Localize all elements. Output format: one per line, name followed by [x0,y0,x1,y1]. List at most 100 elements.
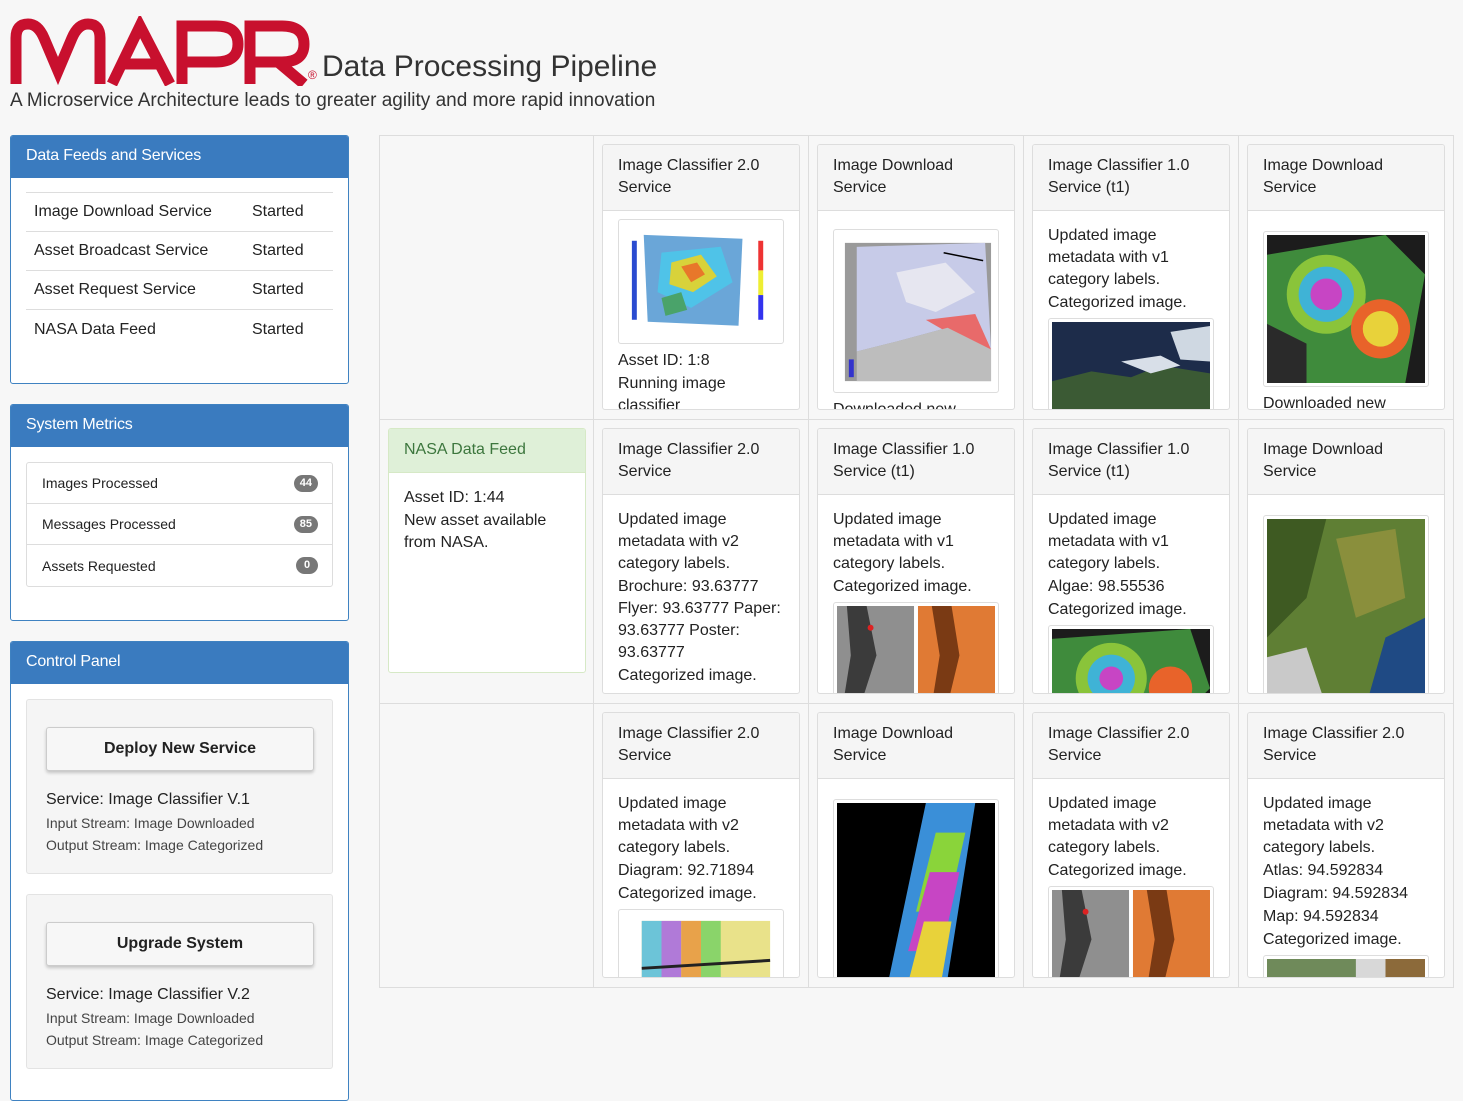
event-card[interactable]: Image Classifier 1.0 Service (t1) Update… [817,428,1015,694]
event-card[interactable]: Image Download Service [817,712,1015,978]
card-title: Image Classifier 1.0 Service (t1) [818,429,1014,495]
upgrade-system-button[interactable]: Upgrade System [46,922,314,966]
event-card[interactable]: Image Download Service Downloaded new [1247,144,1445,410]
event-card[interactable]: Image Classifier 2.0 Service Updated ima… [602,428,800,694]
status-text: Categorized image. [618,885,757,902]
card-title: Image Download Service [1248,429,1444,495]
count-badge: 85 [293,515,318,533]
aerial-strip-image [1267,959,1425,977]
grid-cell-empty [380,704,594,988]
thumbnail-image[interactable] [833,799,999,977]
interferogram-image [1052,629,1210,693]
radar-map-image [837,233,995,390]
category-scores-text: Atlas: 94.592834 [1263,862,1384,879]
event-card[interactable]: Image Classifier 1.0 Service (t1) Update… [1032,144,1230,410]
service-status: Started [252,281,304,298]
event-card[interactable]: Image Classifier 2.0 Service Updated ima… [1247,712,1445,978]
card-body: Downloaded new [818,211,1014,410]
metric-label: Assets Requested [42,557,156,574]
table-row: Asset Broadcast Service Started [26,232,333,271]
card-title: Image Classifier 1.0 Service (t1) [1033,429,1229,495]
status-text: Categorized image. [1048,862,1187,879]
thumbnail-image[interactable] [833,602,999,693]
card-body: Updated image metadata with v1 category … [1033,211,1229,409]
grid-cell: Image Download Service [1239,420,1454,704]
thumbnail-image[interactable] [833,229,999,394]
grid-cell: Image Classifier 1.0 Service (t1) Update… [809,420,1024,704]
event-card[interactable]: Image Download Service [1247,428,1445,694]
card-body: Updated image metadata with v2 category … [603,495,799,687]
status-text: Downloaded new [833,401,956,410]
card-body: Updated image metadata with v1 category … [1033,495,1229,693]
card-body: Updated image metadata with v2 category … [603,779,799,977]
fringe-map-image [622,913,780,977]
asset-id-text: Asset ID: 1:44 [404,489,505,506]
thumbnail-image[interactable] [1263,231,1429,388]
service-label: Service: Image Classifier V.2 [46,986,250,1003]
deploy-new-service-button[interactable]: Deploy New Service [46,727,314,771]
status-text: Running image classifier [618,374,726,410]
event-card[interactable]: Image Download Service Downloaded new [817,144,1015,410]
service-status: Started [252,320,304,338]
card-title: Image Classifier 1.0 Service (t1) [1033,145,1229,211]
service-status: Started [252,242,304,259]
panel-title: Control Panel [11,642,348,684]
card-title: Image Classifier 2.0 Service [1033,713,1229,779]
card-body: Updated image metadata with v2 category … [1248,779,1444,977]
thumbnail-image[interactable] [618,909,784,977]
table-row: Image Download Service Started [26,193,333,232]
deploy-well: Deploy New Service Service: Image Classi… [26,699,333,874]
nasa-feed-card[interactable]: NASA Data Feed Asset ID: 1:44 New asset … [388,428,586,673]
pipeline-grid: Image Classifier 2.0 Service Asset ID: 1… [379,135,1454,988]
panel-title: Data Feeds and Services [11,136,348,178]
satellite-coast-image [1052,322,1210,409]
category-scores-text: Brochure: 93.63777 Flyer: 93.63777 Paper… [618,578,781,661]
status-text: Categorized image. [1263,931,1402,948]
control-panel: Control Panel Deploy New Service Service… [10,641,349,1101]
status-text: Categorized image. [1048,294,1187,311]
card-title: Image Classifier 2.0 Service [603,145,799,211]
status-text: Downloaded new [1263,395,1386,410]
card-body: Asset ID: 1:44 New asset available from … [389,473,585,554]
card-body: Downloaded new [1248,211,1444,410]
card-title: Image Classifier 2.0 Service [1248,713,1444,779]
card-title: Image Download Service [818,713,1014,779]
service-name: Asset Broadcast Service [34,242,209,259]
service-name: Image Download Service [34,203,212,220]
metrics-list: Images Processed 44 Messages Processed 8… [26,462,333,587]
terrain-image [1267,519,1425,693]
card-title: Image Classifier 2.0 Service [603,713,799,779]
count-badge: 44 [293,474,318,492]
radar-pair-image [837,606,995,693]
event-card[interactable]: Image Classifier 2.0 Service Updated ima… [1032,712,1230,978]
mapr-logo [10,16,310,86]
event-card[interactable]: Image Classifier 2.0 Service Asset ID: 1… [602,144,800,410]
radar-pair-image [1052,890,1210,977]
thumbnail-image[interactable] [1048,886,1214,977]
card-title: Image Download Service [818,145,1014,211]
thumbnail-image[interactable] [1263,515,1429,693]
card-body: Updated image metadata with v1 category … [818,495,1014,693]
thumbnail-image[interactable] [1048,318,1214,409]
list-item: Assets Requested 0 [27,545,332,586]
heatmap-map-image [622,223,780,340]
data-feeds-panel: Data Feeds and Services Image Download S… [10,135,349,384]
interferogram-image [1267,235,1425,384]
grid-cell: Image Classifier 2.0 Service Updated ima… [1024,704,1239,988]
card-body: Asset ID: 1:8 Running image classifier [603,219,799,410]
thumbnail-image[interactable] [1048,625,1214,693]
event-card[interactable]: Image Classifier 2.0 Service Updated ima… [602,712,800,978]
page-header: ® Data Processing Pipeline A Microservic… [10,12,770,112]
event-card[interactable]: Image Classifier 1.0 Service (t1) Update… [1032,428,1230,694]
card-body [1248,495,1444,693]
grid-cell: Image Download Service Downloaded new [809,136,1024,420]
category-scores-text: Diagram: 92.71894 [618,862,755,879]
service-label: Service: Image Classifier V.1 [46,791,250,808]
thumbnail-image[interactable] [1263,955,1429,977]
count-badge: 0 [296,557,318,574]
registered-mark: ® [308,68,317,82]
table-row: Asset Request Service Started [26,271,333,310]
status-text: Categorized image. [618,667,757,684]
category-scores-text: Algae: 98.55536 [1048,578,1165,595]
thumbnail-image[interactable] [618,219,784,344]
